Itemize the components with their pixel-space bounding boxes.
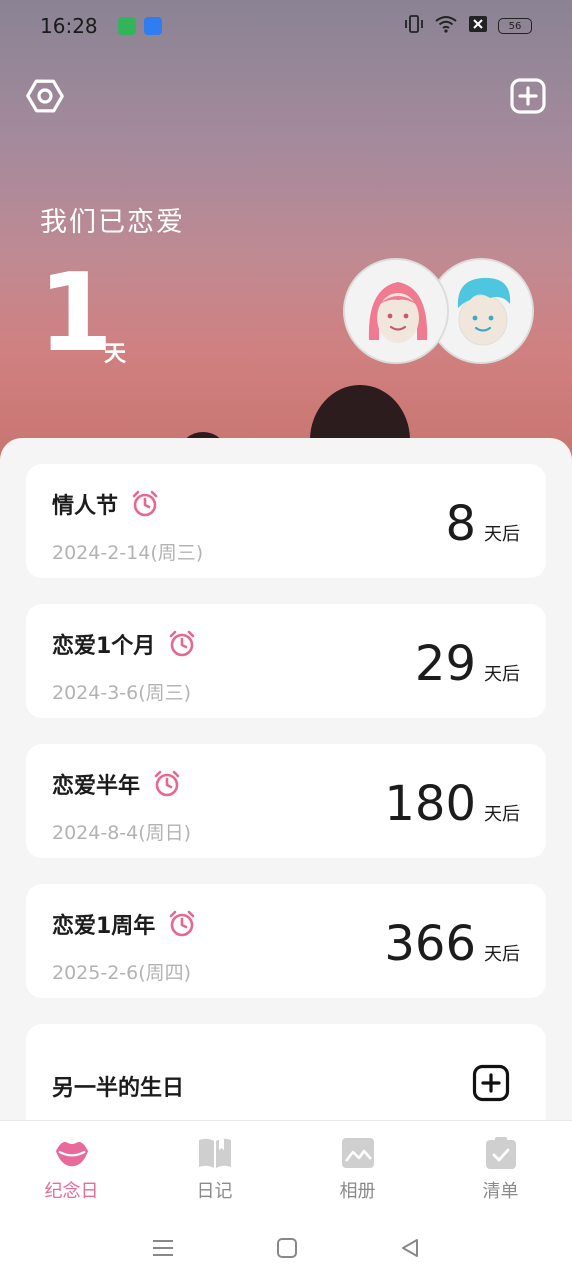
settings-button[interactable]	[25, 76, 65, 116]
back-icon[interactable]	[399, 1237, 421, 1263]
checklist-icon	[483, 1135, 519, 1171]
anniversary-title: 情人节	[52, 488, 160, 520]
wifi-icon	[434, 15, 458, 37]
anniversary-date: 2024-2-14(周三)	[52, 542, 204, 564]
battery-indicator: 56	[498, 18, 532, 34]
nav-label: 纪念日	[44, 1181, 99, 1202]
countdown-number: 180	[384, 776, 476, 832]
status-right: 56	[404, 15, 532, 37]
status-app-icons	[117, 17, 162, 35]
anniversary-title-text: 恋爱半年	[52, 774, 141, 799]
countdown-number: 366	[384, 916, 476, 972]
vibrate-icon	[404, 15, 424, 37]
anniversary-card[interactable]: 情人节 2024-2-14(周三) 8 天后	[26, 464, 546, 578]
girl-face-icon	[345, 260, 447, 362]
add-birthday-icon[interactable]	[472, 1064, 510, 1102]
anniversary-date: 2025-2-6(周四)	[52, 962, 192, 984]
anniversary-card[interactable]: 恋爱半年 2024-8-4(周日) 180 天后	[26, 744, 546, 858]
lips-icon	[54, 1135, 90, 1171]
anniversary-title: 恋爱半年	[52, 768, 182, 800]
nav-diary[interactable]: 日记	[143, 1121, 286, 1220]
anniversary-title-text: 情人节	[52, 494, 119, 519]
anniversary-countdown: 366 天后	[384, 920, 520, 968]
system-navigation-bar	[0, 1220, 572, 1280]
add-event-button[interactable]	[508, 76, 548, 116]
nav-label: 相册	[339, 1181, 376, 1202]
home-icon[interactable]	[276, 1237, 298, 1263]
nav-anniversary[interactable]: 纪念日	[0, 1121, 143, 1220]
days-unit: 天	[104, 342, 127, 367]
alarm-clock-icon[interactable]	[167, 629, 197, 659]
menu-icon[interactable]	[151, 1238, 175, 1262]
girl-avatar[interactable]	[343, 258, 449, 364]
anniversary-title: 恋爱1周年	[52, 908, 197, 940]
anniversary-countdown: 29 天后	[415, 640, 520, 688]
nav-album[interactable]: 相册	[286, 1121, 429, 1220]
add-square-icon	[510, 78, 546, 114]
love-label: 我们已恋爱	[40, 207, 185, 238]
alarm-clock-icon[interactable]	[167, 909, 197, 939]
nav-label: 清单	[482, 1181, 519, 1202]
anniversary-title-text: 恋爱1个月	[52, 634, 156, 659]
countdown-unit: 天后	[484, 664, 520, 685]
status-time: 16:28	[40, 14, 98, 38]
anniversary-countdown: 180 天后	[384, 780, 520, 828]
anniversary-title-text: 恋爱1周年	[52, 914, 156, 939]
alarm-clock-icon[interactable]	[152, 769, 182, 799]
bottom-navigation: 纪念日 日记 相册 清单	[0, 1120, 572, 1220]
sim-off-icon	[468, 15, 488, 37]
days-count: 1	[38, 251, 114, 376]
book-icon	[197, 1135, 233, 1171]
alarm-clock-icon[interactable]	[130, 489, 160, 519]
nav-label: 日记	[196, 1181, 233, 1202]
countdown-unit: 天后	[484, 944, 520, 965]
anniversary-date: 2024-3-6(周三)	[52, 682, 192, 704]
anniversary-date: 2024-8-4(周日)	[52, 822, 192, 844]
anniversary-title: 恋爱1个月	[52, 628, 197, 660]
anniversary-countdown: 8 天后	[445, 500, 520, 548]
countdown-unit: 天后	[484, 524, 520, 545]
settings-hex-icon	[26, 79, 64, 113]
app-notification-icon	[117, 17, 136, 35]
nav-checklist[interactable]: 清单	[429, 1121, 572, 1220]
status-bar: 16:28 56	[0, 0, 572, 52]
countdown-number: 29	[414, 636, 476, 692]
app-notification-icon	[143, 17, 162, 35]
countdown-number: 8	[445, 496, 476, 552]
anniversary-card[interactable]: 恋爱1个月 2024-3-6(周三) 29 天后	[26, 604, 546, 718]
countdown-unit: 天后	[484, 804, 520, 825]
photo-icon	[340, 1135, 376, 1171]
anniversary-card[interactable]: 恋爱1周年 2025-2-6(周四) 366 天后	[26, 884, 546, 998]
birthday-title: 另一半的生日	[52, 1076, 185, 1101]
